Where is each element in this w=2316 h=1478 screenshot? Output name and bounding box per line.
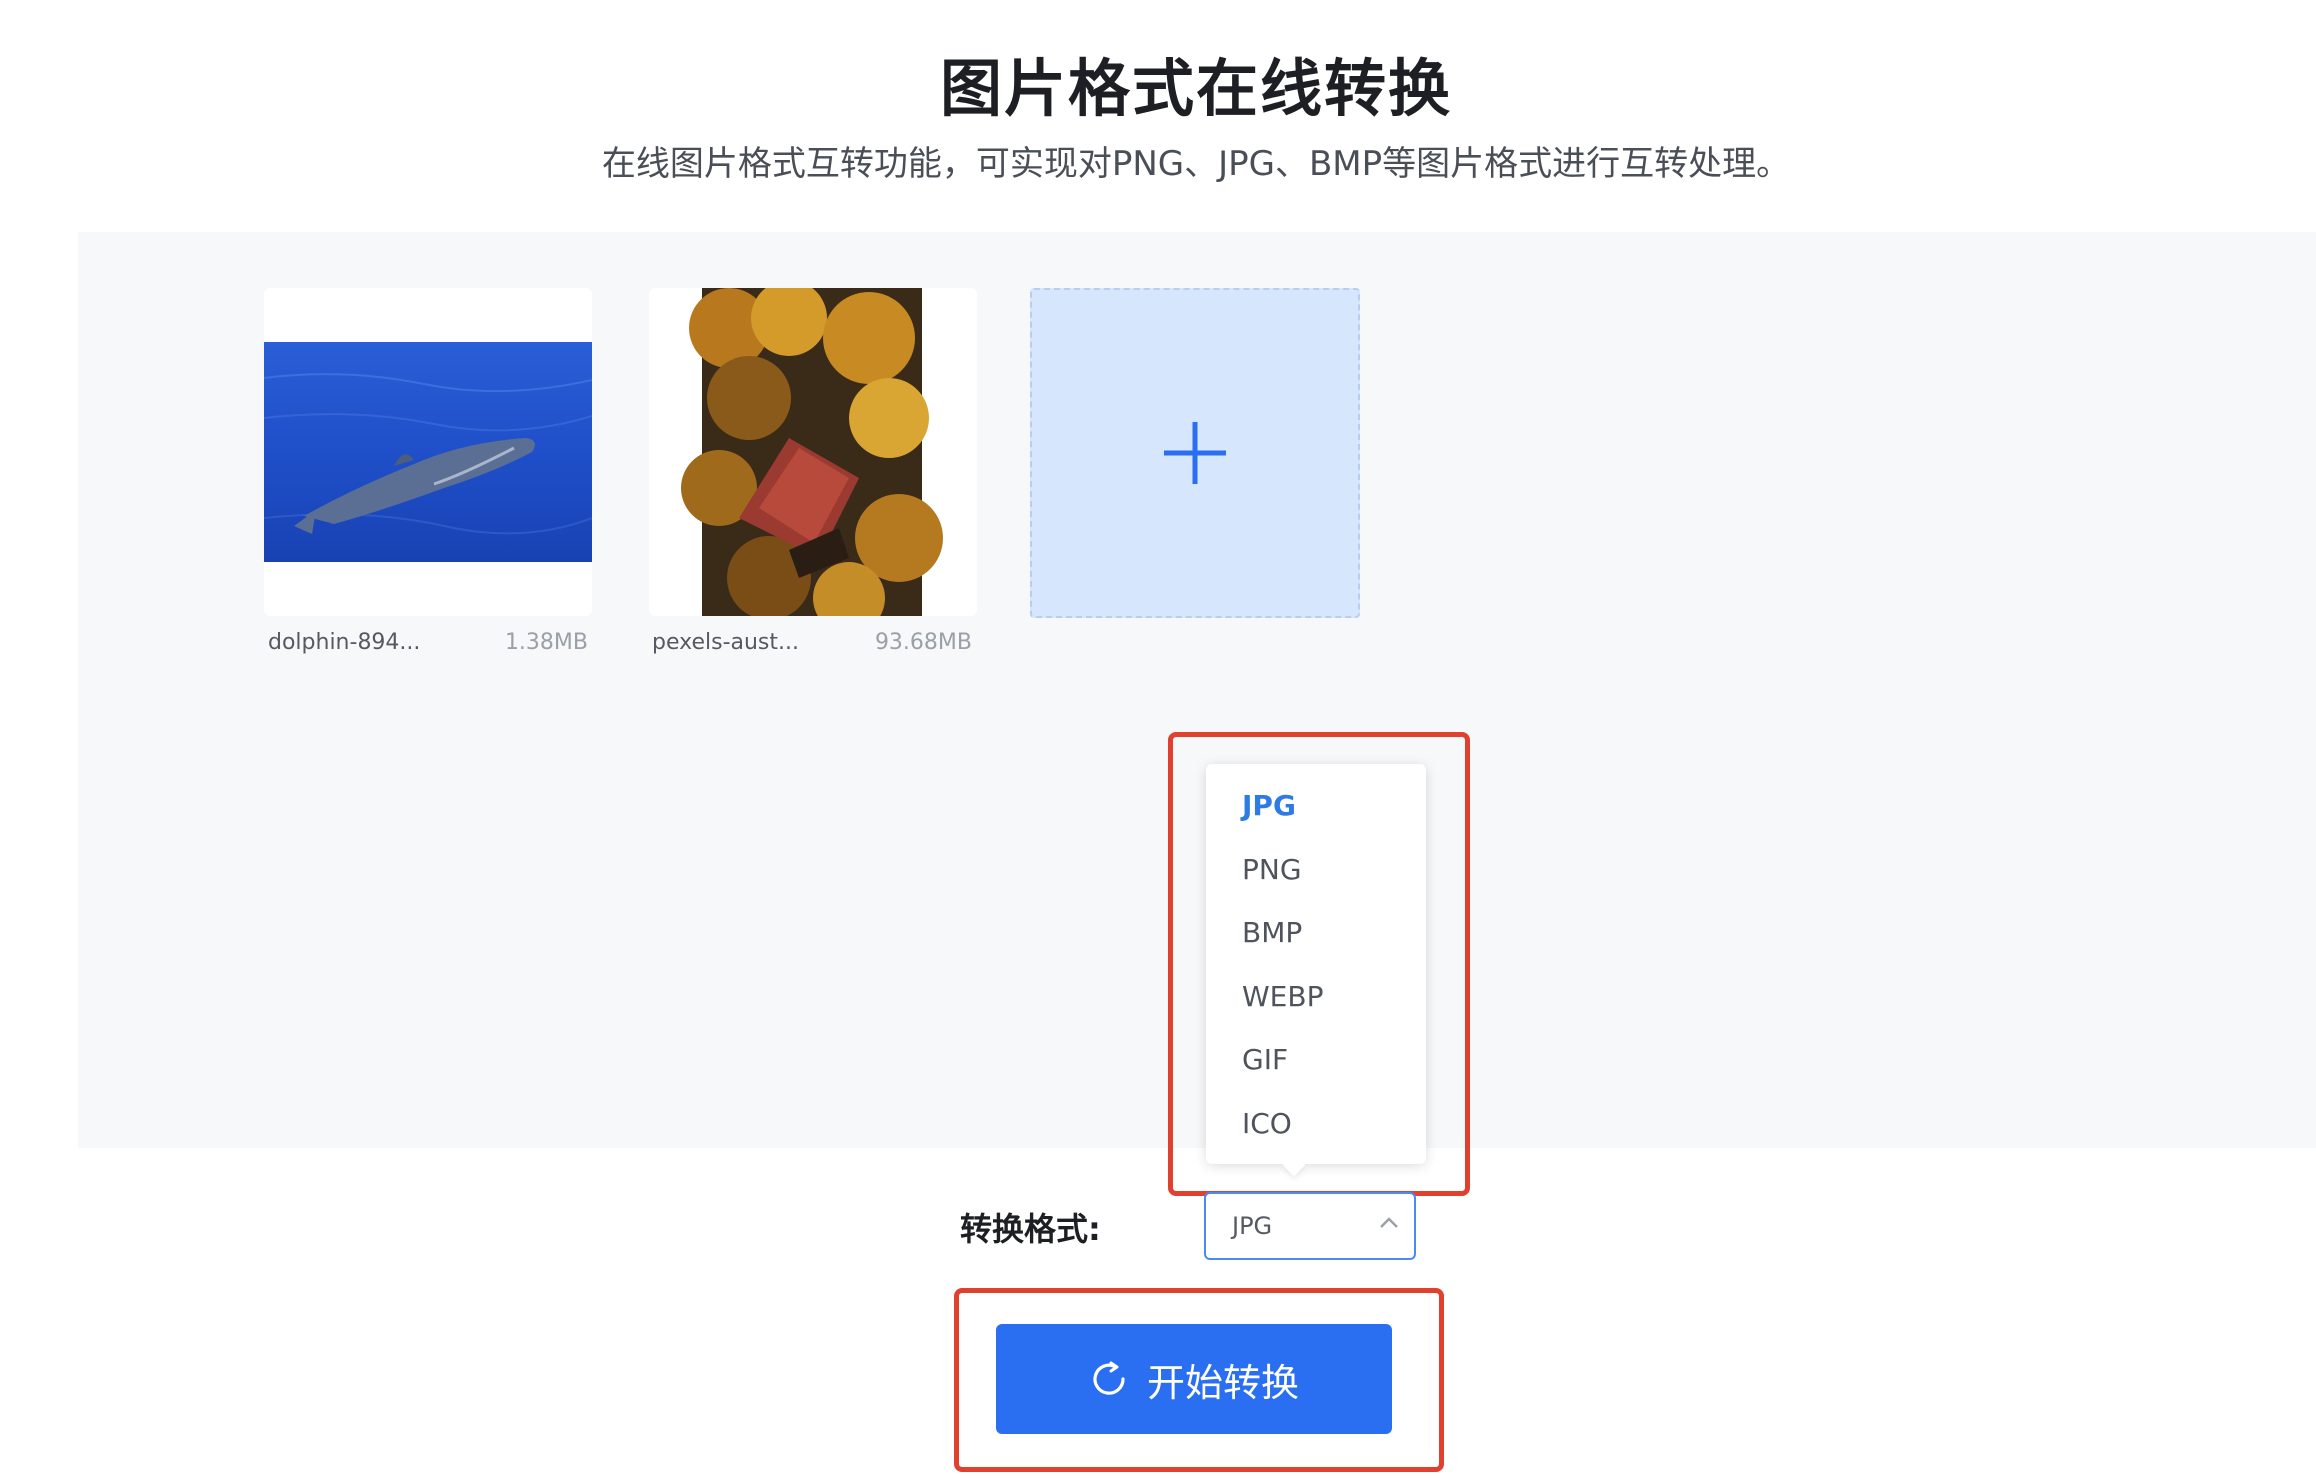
format-option-ico[interactable]: ICO	[1242, 1104, 1292, 1144]
add-file-button[interactable]	[1030, 288, 1360, 618]
format-option-jpg[interactable]: JPG	[1242, 786, 1296, 826]
format-option-bmp[interactable]: BMP	[1242, 913, 1302, 953]
format-option-gif[interactable]: GIF	[1242, 1040, 1288, 1080]
format-select-value: JPG	[1232, 1212, 1273, 1240]
start-convert-button[interactable]: 开始转换	[996, 1324, 1392, 1434]
file-size: 1.38MB	[504, 630, 588, 655]
file-name: dolphin-894...	[268, 630, 421, 655]
file-card[interactable]	[264, 288, 592, 616]
start-convert-label: 开始转换	[1146, 1362, 1299, 1405]
format-option-png[interactable]: PNG	[1242, 850, 1302, 890]
refresh-icon	[1093, 1361, 1125, 1395]
file-size: 93.68MB	[874, 630, 972, 655]
file-card[interactable]	[649, 288, 977, 616]
format-dropdown-menu: JPG PNG BMP WEBP GIF ICO	[1206, 764, 1426, 1177]
chevron-up-icon	[1380, 1217, 1398, 1228]
file-name: pexels-aust...	[652, 630, 799, 655]
format-option-webp[interactable]: WEBP	[1242, 977, 1323, 1017]
format-select[interactable]: JPG	[1204, 1192, 1416, 1260]
plus-icon	[1164, 422, 1226, 484]
image-thumbnail	[264, 342, 592, 562]
image-thumbnail	[681, 288, 943, 616]
page-subtitle: 在线图片格式互转功能，可实现对PNG、JPG、BMP等图片格式进行互转处理。	[601, 144, 1791, 184]
format-label: 转换格式:	[960, 1210, 1101, 1248]
page-title: 图片格式在线转换	[939, 52, 1452, 125]
